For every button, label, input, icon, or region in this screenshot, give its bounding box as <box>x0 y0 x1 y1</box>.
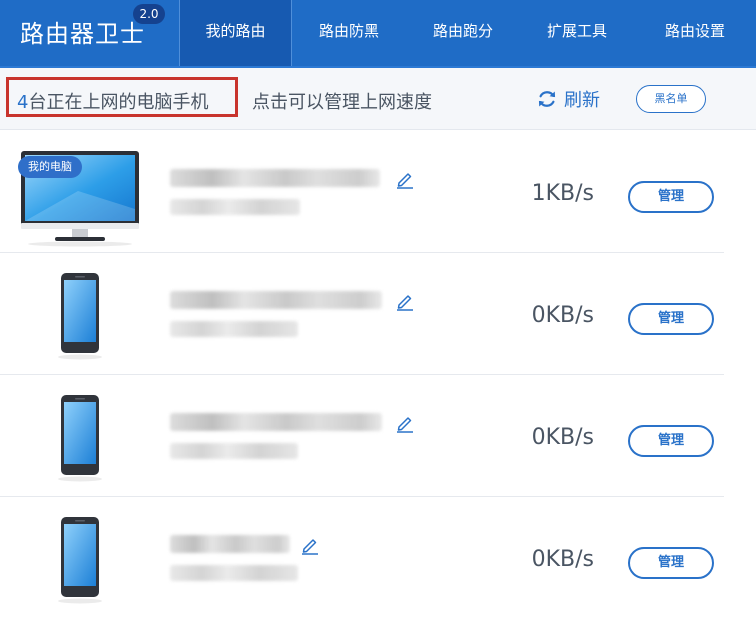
device-row: 0KB/s 管理 <box>0 253 724 375</box>
manage-button[interactable]: 管理 <box>628 425 714 457</box>
online-count-suffix: 台正在上网的电脑手机 <box>28 92 209 113</box>
speed-hint: 点击可以管理上网速度 <box>252 92 432 113</box>
app-header: 路由器卫士 2.0 我的路由 路由防黑 路由跑分 扩展工具 路由设置 <box>0 0 756 66</box>
status-bar: 4台正在上网的电脑手机 点击可以管理上网速度 刷新 黑名单 <box>0 68 756 130</box>
device-ip-redacted <box>170 199 300 215</box>
refresh-icon <box>538 91 556 107</box>
edit-icon[interactable] <box>300 535 320 555</box>
tab-router-benchmark[interactable]: 路由跑分 <box>406 0 520 66</box>
smartphone-icon <box>56 273 106 361</box>
device-row: 0KB/s 管理 <box>0 497 724 619</box>
version-badge: 2.0 <box>133 4 165 24</box>
online-count: 4 <box>17 92 29 113</box>
device-row: 0KB/s 管理 <box>0 375 724 497</box>
tab-router-settings[interactable]: 路由设置 <box>634 0 756 66</box>
edit-icon[interactable] <box>395 169 415 189</box>
edit-icon[interactable] <box>395 413 415 433</box>
smartphone-icon <box>56 395 106 483</box>
my-computer-badge: 我的电脑 <box>18 156 82 178</box>
online-count-text: 4台正在上网的电脑手机 <box>17 88 208 114</box>
device-name-redacted <box>170 413 382 431</box>
device-ip-redacted <box>170 443 298 459</box>
device-list: 我的电脑 1KB/s 管理 0KB/s 管理 0KB/s 管理 0KB/s 管理 <box>0 131 756 619</box>
main-nav: 我的路由 路由防黑 路由跑分 扩展工具 路由设置 <box>179 0 756 66</box>
device-ip-redacted <box>170 321 298 337</box>
device-speed: 0KB/s <box>531 547 594 572</box>
device-row: 我的电脑 1KB/s 管理 <box>0 131 724 253</box>
device-speed: 0KB/s <box>531 303 594 328</box>
device-name-redacted <box>170 535 290 553</box>
tab-extension-tools[interactable]: 扩展工具 <box>520 0 634 66</box>
app-title: 路由器卫士 <box>20 20 145 48</box>
desktop-computer-icon: 我的电脑 <box>18 151 140 247</box>
edit-icon[interactable] <box>395 291 415 311</box>
tab-my-router[interactable]: 我的路由 <box>179 0 292 66</box>
refresh-label: 刷新 <box>564 90 600 111</box>
smartphone-icon <box>56 517 106 605</box>
blacklist-button[interactable]: 黑名单 <box>636 85 706 113</box>
device-speed: 1KB/s <box>531 181 594 206</box>
manage-button[interactable]: 管理 <box>628 547 714 579</box>
tab-router-security[interactable]: 路由防黑 <box>292 0 406 66</box>
device-ip-redacted <box>170 565 298 581</box>
device-speed: 0KB/s <box>531 425 594 450</box>
manage-button[interactable]: 管理 <box>628 181 714 213</box>
device-name-redacted <box>170 291 382 309</box>
manage-button[interactable]: 管理 <box>628 303 714 335</box>
refresh-button[interactable]: 刷新 <box>536 86 600 112</box>
device-name-redacted <box>170 169 380 187</box>
